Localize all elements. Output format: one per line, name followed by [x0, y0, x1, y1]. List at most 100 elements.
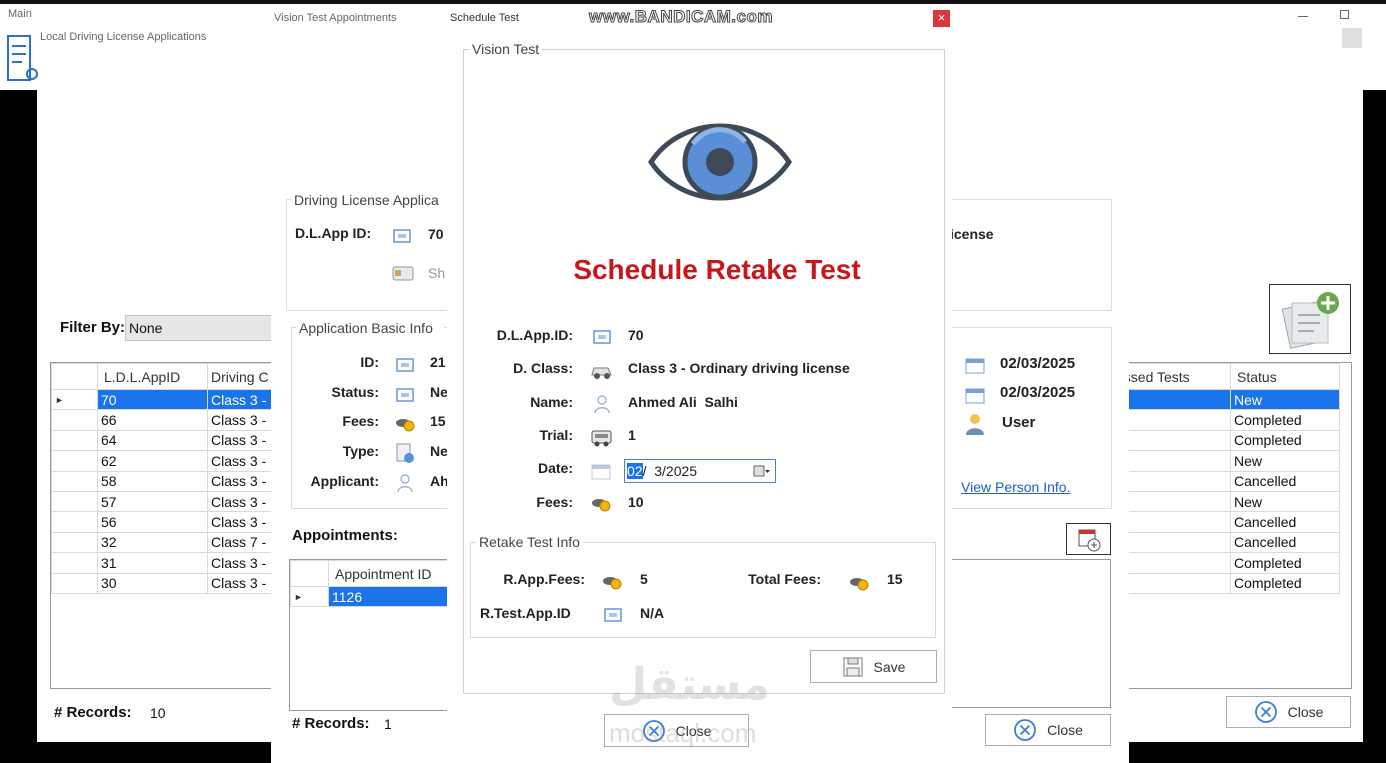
- table-row[interactable]: 58 Class 3 -: [51, 470, 276, 492]
- table-row[interactable]: Cancelled: [1112, 531, 1340, 554]
- ldla-grid[interactable]: L.D.L.AppID Driving C ► 70 Class 3 -66 Clas…: [50, 362, 277, 689]
- column-header[interactable]: assed Tests: [1112, 363, 1231, 390]
- row-header[interactable]: ►: [51, 388, 98, 411]
- passed-tests-cell[interactable]: [1112, 511, 1231, 533]
- filter-select[interactable]: None: [125, 315, 275, 341]
- date-picker[interactable]: 02 / 3/2025: [624, 459, 776, 483]
- table-row[interactable]: New: [1112, 450, 1340, 472]
- table-row[interactable]: 57 Class 3 -: [51, 490, 276, 513]
- class-label: D. Class:: [513, 360, 573, 376]
- app-id-cell[interactable]: 62: [97, 450, 208, 472]
- row-header[interactable]: [51, 450, 98, 472]
- row-header[interactable]: [51, 490, 98, 513]
- passed-tests-cell[interactable]: [1112, 429, 1231, 452]
- class-cell[interactable]: Class 3 -: [207, 490, 276, 513]
- save-button[interactable]: Save: [810, 650, 937, 683]
- table-row[interactable]: 66 Class 3 -: [51, 409, 276, 431]
- status-cell[interactable]: Completed: [1230, 409, 1340, 431]
- dialog-close-button[interactable]: ×: [933, 10, 950, 27]
- table-row[interactable]: ► 1126: [290, 585, 447, 608]
- table-row[interactable]: 32 Class 7 -: [51, 531, 276, 554]
- class-cell[interactable]: Class 3 -: [207, 429, 276, 452]
- ldla-grid-right[interactable]: assed Tests Status New Completed Completed…: [1112, 362, 1352, 689]
- passed-tests-cell[interactable]: [1112, 388, 1231, 411]
- appointments-grid[interactable]: Appointment ID ► 1126: [289, 559, 447, 711]
- row-header[interactable]: [51, 409, 98, 431]
- passed-tests-cell[interactable]: [1112, 552, 1231, 574]
- class-cell[interactable]: Class 3 -: [207, 409, 276, 431]
- ldla-close-button[interactable]: Close: [1226, 696, 1351, 728]
- column-header[interactable]: L.D.L.AppID: [97, 363, 208, 390]
- passed-tests-cell[interactable]: [1112, 409, 1231, 431]
- status-cell[interactable]: Cancelled: [1230, 531, 1340, 554]
- table-row[interactable]: Completed: [1112, 409, 1340, 431]
- row-header[interactable]: [51, 511, 98, 533]
- app-id-cell[interactable]: 58: [97, 470, 208, 492]
- class-cell[interactable]: Class 3 -: [207, 511, 276, 533]
- app-id-cell[interactable]: 70: [97, 388, 208, 411]
- table-row[interactable]: 64 Class 3 -: [51, 429, 276, 452]
- status-cell[interactable]: New: [1230, 490, 1340, 513]
- table-row[interactable]: Completed: [1112, 572, 1340, 594]
- table-row[interactable]: Cancelled: [1112, 470, 1340, 492]
- class-cell[interactable]: Class 3 -: [207, 388, 276, 411]
- passed-tests-cell[interactable]: [1112, 450, 1231, 472]
- class-cell[interactable]: Class 3 -: [207, 552, 276, 574]
- app-id-cell[interactable]: 31: [97, 552, 208, 574]
- passed-tests-cell[interactable]: [1112, 470, 1231, 492]
- row-header[interactable]: [51, 572, 98, 594]
- dl-app-id-label: D.L.App.ID:: [496, 327, 573, 343]
- minimize-icon[interactable]: [1298, 16, 1308, 17]
- show-license-link[interactable]: Sh: [428, 265, 445, 281]
- appointments-grid-right[interactable]: [945, 559, 1111, 708]
- vta-close-button[interactable]: Close: [985, 714, 1111, 746]
- table-row[interactable]: New: [1112, 490, 1340, 513]
- table-row[interactable]: Cancelled: [1112, 511, 1340, 533]
- add-application-button[interactable]: [1269, 284, 1351, 354]
- maximize-icon[interactable]: [1340, 10, 1349, 19]
- app-id-cell[interactable]: 30: [97, 572, 208, 594]
- passed-tests-cell[interactable]: [1112, 572, 1231, 594]
- app-id-cell[interactable]: 57: [97, 490, 208, 513]
- table-row[interactable]: 62 Class 3 -: [51, 450, 276, 472]
- row-header[interactable]: [51, 470, 98, 492]
- table-row[interactable]: Completed: [1112, 552, 1340, 574]
- view-person-info-link[interactable]: View Person Info.: [961, 479, 1070, 495]
- status-cell[interactable]: Cancelled: [1230, 470, 1340, 492]
- table-row[interactable]: New: [1112, 388, 1340, 411]
- status-cell[interactable]: Cancelled: [1230, 511, 1340, 533]
- row-header[interactable]: [51, 429, 98, 452]
- table-row[interactable]: 31 Class 3 -: [51, 552, 276, 574]
- add-appointment-button[interactable]: [1066, 523, 1111, 555]
- class-cell[interactable]: Class 7 -: [207, 531, 276, 554]
- passed-tests-cell[interactable]: [1112, 490, 1231, 513]
- status-cell[interactable]: Completed: [1230, 552, 1340, 574]
- table-row[interactable]: 56 Class 3 -: [51, 511, 276, 533]
- class-cell[interactable]: Class 3 -: [207, 572, 276, 594]
- add-document-icon: [1281, 292, 1339, 349]
- app-id-cell[interactable]: 32: [97, 531, 208, 554]
- app-id-cell[interactable]: 64: [97, 429, 208, 452]
- calendar-dropdown-icon[interactable]: [753, 464, 771, 481]
- table-row[interactable]: 30 Class 3 -: [51, 572, 276, 594]
- column-header[interactable]: Status: [1230, 363, 1340, 390]
- status-cell[interactable]: New: [1230, 388, 1340, 411]
- table-row[interactable]: ► 70 Class 3 -: [51, 388, 276, 411]
- status-cell[interactable]: Completed: [1230, 572, 1340, 594]
- app-id-cell[interactable]: 66: [97, 409, 208, 431]
- status-cell[interactable]: Completed: [1230, 429, 1340, 452]
- main-subtitle: Local Driving License Applications: [40, 31, 207, 43]
- column-header[interactable]: Appointment ID: [328, 560, 447, 587]
- row-header[interactable]: [51, 552, 98, 574]
- app-id-cell[interactable]: 56: [97, 511, 208, 533]
- table-row[interactable]: Completed: [1112, 429, 1340, 452]
- status-cell[interactable]: New: [1230, 450, 1340, 472]
- row-header[interactable]: [51, 531, 98, 554]
- row-header[interactable]: ►: [290, 585, 329, 608]
- column-header[interactable]: Driving C: [207, 363, 276, 390]
- vta-title: Vision Test Appointments: [274, 12, 397, 24]
- appointment-id-cell[interactable]: 1126: [328, 585, 447, 608]
- class-cell[interactable]: Class 3 -: [207, 450, 276, 472]
- passed-tests-cell[interactable]: [1112, 531, 1231, 554]
- class-cell[interactable]: Class 3 -: [207, 470, 276, 492]
